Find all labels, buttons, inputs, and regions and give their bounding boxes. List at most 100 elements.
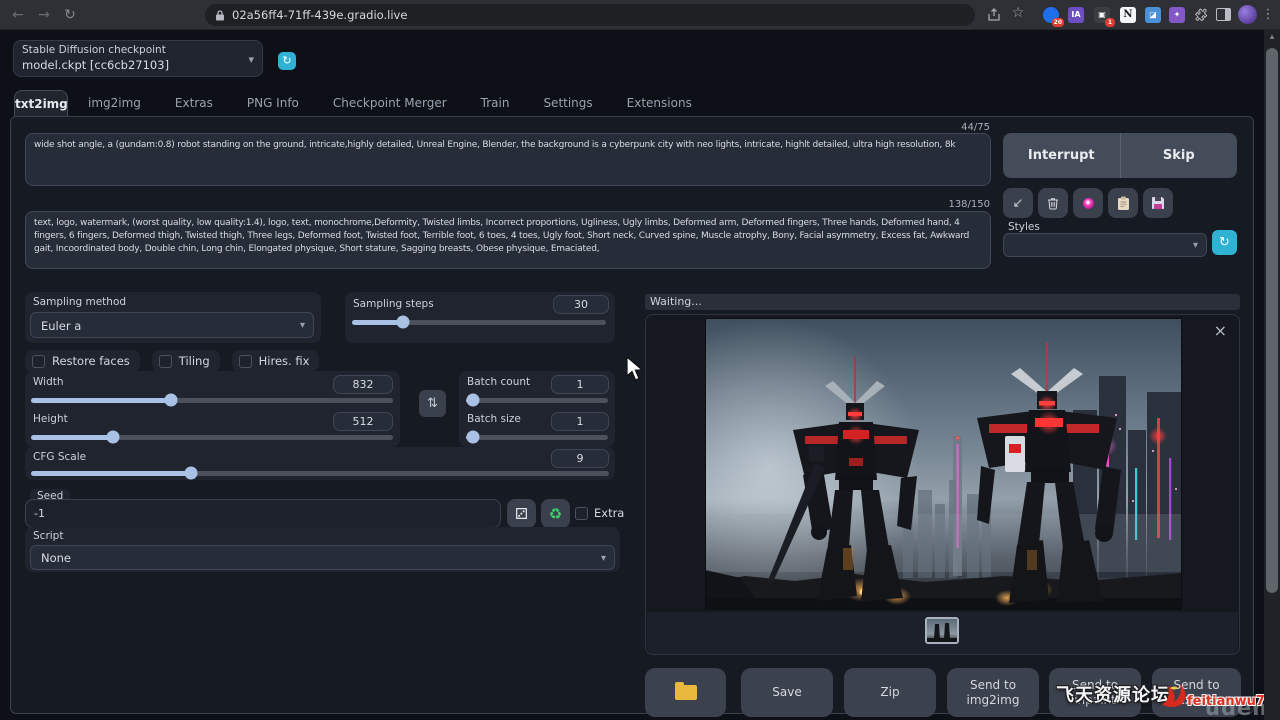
- cfg-scale-value[interactable]: 9: [551, 449, 609, 468]
- dimensions-block: Width 832 Height 512: [25, 371, 400, 447]
- tab-checkpoint-merger[interactable]: Checkpoint Merger: [319, 90, 461, 117]
- tab-settings[interactable]: Settings: [529, 90, 606, 117]
- puzzle-extensions-icon[interactable]: 🧩︎: [1193, 7, 1209, 23]
- sampling-method-dropdown[interactable]: Euler a ▾: [30, 312, 314, 338]
- bookmark-star-icon[interactable]: ☆: [1008, 3, 1028, 23]
- extension-downloader-icon[interactable]: 20: [1043, 7, 1059, 23]
- checkpoint-block: Stable Diffusion checkpoint model.ckpt […: [13, 40, 263, 77]
- share-icon[interactable]: [987, 7, 1003, 23]
- cfg-scale-label: CFG Scale: [33, 451, 86, 463]
- gallery-thumbnail[interactable]: [925, 617, 959, 644]
- checkbox-icon: [239, 355, 252, 368]
- profile-avatar[interactable]: [1238, 5, 1257, 24]
- browser-back-button[interactable]: ←: [8, 5, 28, 25]
- generated-image[interactable]: [705, 318, 1182, 610]
- styles-dropdown[interactable]: ▾: [1003, 233, 1207, 257]
- extension-screenshot-icon[interactable]: ◪: [1145, 7, 1161, 23]
- extension-clipper-icon[interactable]: ✦: [1169, 7, 1185, 23]
- prompt-input[interactable]: wide shot angle, a (gundam:0.8) robot st…: [25, 133, 991, 186]
- paste-generation-params-button[interactable]: ↙: [1003, 188, 1033, 218]
- browser-toolbar: ← → ↻ 02a56ff4-71ff-439e.gradio.live ☆ 2…: [0, 0, 1280, 30]
- prompt-token-counter: 44/75: [880, 122, 990, 133]
- batch-count-value[interactable]: 1: [551, 375, 609, 394]
- main-tabs: txt2img img2img Extras PNG Info Checkpoi…: [14, 90, 706, 117]
- sidebar-toggle-icon[interactable]: [1216, 8, 1231, 21]
- seed-extra-toggle[interactable]: Extra: [575, 506, 624, 520]
- checkbox-icon: [575, 507, 588, 520]
- checkpoint-value[interactable]: model.ckpt [cc6cb27103]: [22, 58, 169, 72]
- script-value: None: [41, 546, 71, 571]
- width-value[interactable]: 832: [333, 375, 393, 394]
- toggles-row: Restore faces Tiling Hires. fix: [25, 350, 319, 372]
- seed-input[interactable]: -1: [25, 499, 501, 528]
- sampling-steps-slider[interactable]: [352, 320, 606, 325]
- restore-faces-toggle[interactable]: Restore faces: [25, 350, 140, 372]
- height-value[interactable]: 512: [333, 412, 393, 431]
- negative-prompt-token-counter: 138/150: [880, 199, 990, 210]
- extra-networks-button[interactable]: [1073, 188, 1103, 218]
- cfg-scale-slider[interactable]: [31, 471, 609, 476]
- tab-img2img[interactable]: img2img: [74, 90, 155, 117]
- extension-capture-icon[interactable]: ▣ 1: [1094, 7, 1110, 23]
- tiling-toggle[interactable]: Tiling: [152, 350, 220, 372]
- hires-fix-toggle[interactable]: Hires. fix: [232, 350, 320, 372]
- address-bar[interactable]: 02a56ff4-71ff-439e.gradio.live: [205, 4, 975, 26]
- apply-style-button[interactable]: [1108, 188, 1138, 218]
- extension-ia-icon[interactable]: IA: [1068, 7, 1084, 23]
- batch-size-value[interactable]: 1: [551, 412, 609, 431]
- page-scrollbar[interactable]: ▴: [1264, 30, 1280, 720]
- tab-train[interactable]: Train: [467, 90, 524, 117]
- arrow-down-left-icon: ↙: [1013, 196, 1024, 211]
- height-slider[interactable]: [31, 435, 393, 440]
- trash-icon: [1046, 196, 1060, 210]
- recycle-icon: ♻: [549, 505, 562, 523]
- negative-prompt-input[interactable]: text, logo, watermark, (worst quality, l…: [25, 211, 991, 269]
- checkpoint-refresh-button[interactable]: ↻: [278, 52, 296, 70]
- output-gallery: ×: [645, 314, 1240, 655]
- script-dropdown[interactable]: None ▾: [30, 545, 615, 570]
- floppy-disk-icon: [1151, 196, 1165, 210]
- send-to-img2img-button[interactable]: Send to img2img: [947, 668, 1039, 717]
- height-label: Height: [33, 413, 68, 425]
- browser-forward-button[interactable]: →: [34, 5, 54, 25]
- zip-button[interactable]: Zip: [844, 668, 936, 717]
- width-label: Width: [33, 376, 64, 388]
- lock-icon: [215, 10, 225, 21]
- sampling-steps-label: Sampling steps: [353, 298, 434, 310]
- script-label: Script: [33, 530, 63, 542]
- width-slider[interactable]: [31, 398, 393, 403]
- reuse-seed-button[interactable]: ♻: [541, 499, 570, 528]
- extension-notion-icon[interactable]: N: [1120, 7, 1136, 23]
- browser-menu-icon[interactable]: ⋮: [1261, 4, 1275, 26]
- dice-icon: ⚂: [515, 505, 528, 523]
- random-seed-button[interactable]: ⚂: [507, 499, 536, 528]
- tab-png-info[interactable]: PNG Info: [233, 90, 313, 117]
- browser-reload-button[interactable]: ↻: [60, 5, 80, 25]
- sampling-method-label: Sampling method: [33, 296, 126, 308]
- open-folder-button[interactable]: [645, 668, 726, 717]
- close-image-button[interactable]: ×: [1214, 321, 1227, 340]
- mouse-cursor: [626, 356, 644, 382]
- scrollbar-thumb[interactable]: [1266, 48, 1278, 593]
- tab-extras[interactable]: Extras: [161, 90, 227, 117]
- watermark-logo-icon: [1158, 678, 1190, 708]
- sampling-steps-value[interactable]: 30: [553, 295, 609, 314]
- batch-size-slider[interactable]: [466, 435, 608, 440]
- scrollbar-up-arrow[interactable]: ▴: [1264, 32, 1280, 42]
- checkbox-icon: [159, 355, 172, 368]
- url-text: 02a56ff4-71ff-439e.gradio.live: [232, 4, 407, 26]
- clear-prompt-button[interactable]: [1038, 188, 1068, 218]
- save-button[interactable]: Save: [741, 668, 833, 717]
- tab-extensions[interactable]: Extensions: [613, 90, 706, 117]
- sampling-steps-block: Sampling steps 30: [345, 292, 615, 343]
- thumbnail-strip: [647, 612, 1238, 654]
- skip-button[interactable]: Skip: [1121, 133, 1238, 178]
- interrupt-button[interactable]: Interrupt: [1003, 133, 1121, 178]
- chevron-down-icon: ▾: [1193, 234, 1198, 258]
- tab-txt2img[interactable]: txt2img: [14, 90, 68, 117]
- save-style-button[interactable]: [1143, 188, 1173, 218]
- batch-count-slider[interactable]: [466, 398, 608, 403]
- swap-dimensions-button[interactable]: ⇅: [419, 390, 446, 417]
- chevron-down-icon: ▾: [601, 546, 606, 571]
- styles-refresh-button[interactable]: ↻: [1212, 230, 1237, 255]
